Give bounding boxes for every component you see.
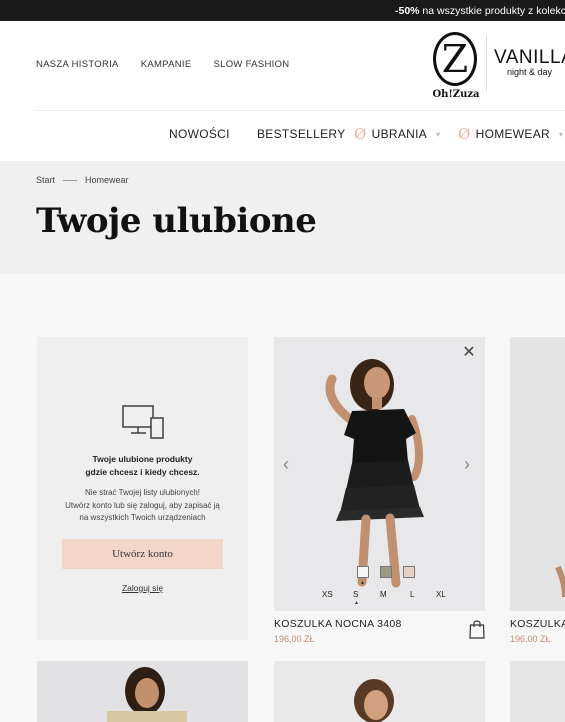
size-option[interactable]: L bbox=[410, 590, 414, 599]
color-swatches bbox=[357, 566, 415, 578]
top-nav-item-slow-fashion[interactable]: SLOW FASHION bbox=[213, 59, 289, 70]
breadcrumb: Start Homewear bbox=[36, 175, 129, 185]
breadcrumb-start[interactable]: Start bbox=[36, 175, 55, 185]
model-photo bbox=[510, 337, 565, 611]
chevron-left-icon[interactable]: ‹ bbox=[283, 454, 289, 475]
color-swatch[interactable] bbox=[357, 566, 369, 578]
main-nav-homewear[interactable]: Ø HOMEWEAR ▾ bbox=[458, 125, 564, 143]
close-icon[interactable]: ✕ bbox=[461, 345, 477, 361]
top-nav-item-campaigns[interactable]: KAMPANIE bbox=[141, 59, 192, 70]
main-nav-bestsellers[interactable]: BESTSELLERY bbox=[257, 127, 345, 141]
model-photo bbox=[274, 661, 485, 722]
info-title: Twoje ulubione produkty gdzie chcesz i k… bbox=[85, 454, 200, 477]
main-nav-new[interactable]: NOWOŚCI bbox=[169, 127, 230, 141]
size-option[interactable]: M bbox=[380, 590, 387, 599]
breadcrumb-homewear[interactable]: Homewear bbox=[85, 175, 129, 185]
chevron-down-icon: ▾ bbox=[436, 129, 441, 139]
breadcrumb-separator bbox=[63, 179, 78, 181]
create-account-button[interactable]: Utwórz konto bbox=[62, 539, 223, 569]
info-description: Nie strać Twojej listy ulubionych! Utwór… bbox=[65, 488, 220, 522]
secondary-brand-name[interactable]: VANILLA bbox=[494, 47, 565, 69]
brand-logo[interactable]: Z Oh!Zuza bbox=[432, 30, 480, 103]
shopping-bag-icon[interactable] bbox=[469, 619, 485, 639]
selected-color-indicator: ▲ bbox=[360, 580, 365, 586]
color-swatch[interactable] bbox=[380, 566, 392, 578]
favorites-info-card: Twoje ulubione produkty gdzie chcesz i k… bbox=[37, 337, 248, 640]
promo-bar: -50% na wszystkie produkty z kolekcji wi bbox=[0, 0, 565, 21]
product-price: 196,00 ZŁ bbox=[274, 634, 315, 644]
product-name[interactable]: KOSZULKA NOCNA 3408 bbox=[274, 618, 402, 630]
product-image[interactable] bbox=[37, 661, 248, 722]
size-option[interactable]: XL bbox=[436, 590, 446, 599]
next-product-price: 196,00 ZŁ bbox=[510, 634, 551, 644]
selected-size-indicator: ▲ bbox=[354, 600, 359, 606]
model-photo bbox=[37, 661, 248, 722]
size-option[interactable]: XS bbox=[322, 590, 333, 599]
devices-icon bbox=[122, 405, 164, 439]
logo-mark: Z bbox=[441, 37, 469, 81]
main-nav: NOWOŚCI BESTSELLERY Ø UBRANIA ▾ Ø HOMEWE… bbox=[0, 125, 565, 145]
login-link[interactable]: Zaloguj się bbox=[37, 583, 248, 593]
top-nav-item-history[interactable]: NASZA HISTORIA bbox=[36, 59, 119, 70]
page-title: Twoje ulubione bbox=[36, 201, 317, 241]
promo-text[interactable]: -50% na wszystkie produkty z kolekcji wi bbox=[395, 5, 565, 17]
logo-divider bbox=[486, 35, 487, 91]
brand-mini-icon: Ø bbox=[458, 125, 471, 143]
chevron-right-icon[interactable]: › bbox=[464, 454, 470, 475]
secondary-brand-tagline: night & day bbox=[507, 67, 553, 77]
logo-wordmark: Oh!Zuza bbox=[432, 89, 480, 100]
product-card: ✕ ‹ › ▲ XS S M L XL ▲ KOSZULKA NOCNA 340… bbox=[274, 337, 485, 647]
header-divider bbox=[36, 110, 565, 111]
size-option[interactable]: S bbox=[353, 590, 358, 599]
brand-mini-icon: Ø bbox=[354, 125, 367, 143]
product-image[interactable] bbox=[510, 661, 565, 722]
chevron-down-icon: ▾ bbox=[559, 129, 564, 139]
next-product-name[interactable]: KOSZULKA bbox=[510, 618, 565, 630]
title-band: Start Homewear Twoje ulubione bbox=[0, 161, 565, 274]
top-nav: NASZA HISTORIA KAMPANIE SLOW FASHION bbox=[36, 59, 289, 70]
header: NASZA HISTORIA KAMPANIE SLOW FASHION Z O… bbox=[0, 21, 565, 161]
main-nav-clothing[interactable]: Ø UBRANIA ▾ bbox=[354, 125, 441, 143]
color-swatch[interactable] bbox=[403, 566, 415, 578]
product-image[interactable] bbox=[274, 661, 485, 722]
next-product-image[interactable] bbox=[510, 337, 565, 611]
product-image[interactable]: ✕ ‹ › ▲ XS S M L XL ▲ bbox=[274, 337, 485, 611]
